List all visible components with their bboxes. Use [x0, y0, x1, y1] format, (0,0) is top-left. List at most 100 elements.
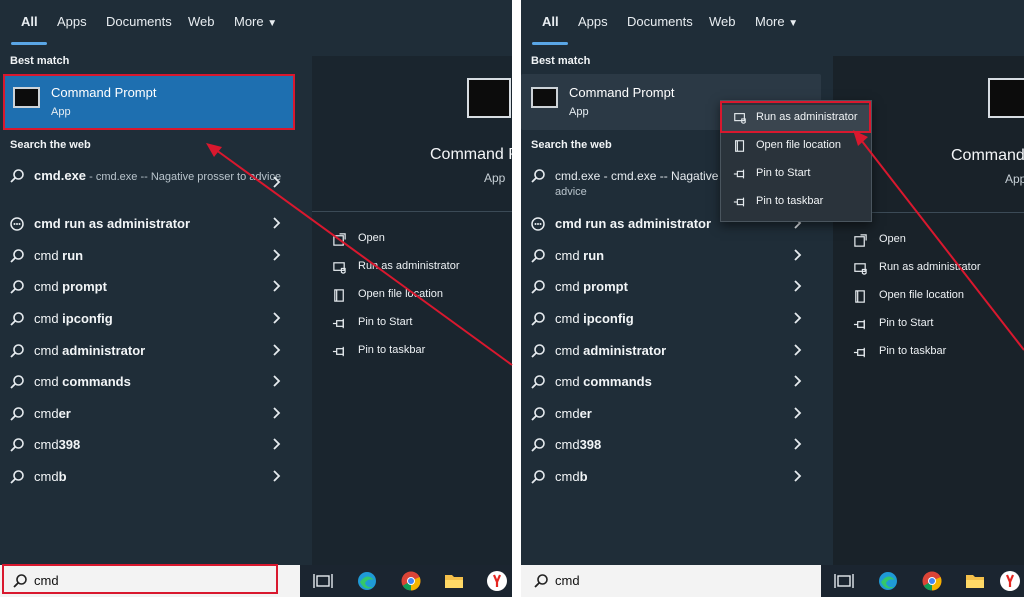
action-open-file-location[interactable]: Open file location: [332, 285, 502, 307]
action-label: Pin to Start: [879, 317, 934, 329]
search-web-heading: Search the web: [10, 139, 91, 151]
list-item[interactable]: cmd run: [521, 242, 821, 270]
edge-icon[interactable]: [356, 570, 378, 592]
list-item[interactable]: cmd ipconfig: [0, 305, 300, 333]
tab-apps[interactable]: Apps: [57, 14, 87, 29]
search-input[interactable]: cmd: [34, 573, 59, 588]
action-label: Open: [879, 233, 906, 245]
chevron-right-icon: [273, 217, 281, 229]
task-view-icon[interactable]: [312, 570, 334, 592]
list-item[interactable]: cmd.exe - cmd.exe -- Nagative prosser to…: [0, 162, 300, 204]
list-item[interactable]: cmd ipconfig: [521, 305, 821, 333]
list-item[interactable]: cmd prompt: [521, 273, 821, 301]
list-item[interactable]: cmdb: [0, 463, 300, 491]
start-search-panel-left: All Apps Documents Web More ▼ Best match…: [0, 0, 512, 597]
search-icon: [10, 280, 24, 294]
list-item-text: cmd commands: [555, 374, 652, 389]
action-pin-to-taskbar[interactable]: Pin to taskbar: [853, 342, 1018, 364]
list-item[interactable]: cmd398: [0, 431, 300, 459]
list-item[interactable]: cmder: [521, 400, 821, 428]
tab-more[interactable]: More ▼: [234, 14, 277, 29]
list-item[interactable]: cmd administrator: [521, 337, 821, 365]
action-open-file-location[interactable]: Open file location: [853, 286, 1018, 308]
context-pin-to-taskbar[interactable]: Pin to taskbar: [721, 189, 871, 215]
tab-apps[interactable]: Apps: [578, 14, 608, 29]
task-view-icon[interactable]: [833, 570, 855, 592]
result-bold: prompt: [583, 279, 628, 294]
list-item[interactable]: cmd administrator: [0, 337, 300, 365]
active-tab-indicator: [11, 42, 47, 45]
list-item[interactable]: cmd commands: [521, 368, 821, 396]
chrome-icon[interactable]: [400, 570, 422, 592]
tab-more[interactable]: More ▼: [755, 14, 798, 29]
action-open[interactable]: Open: [332, 229, 502, 251]
tab-web[interactable]: Web: [709, 14, 736, 29]
action-run-as-admin[interactable]: Run as administrator: [853, 258, 1018, 280]
context-open-file-location[interactable]: Open file location: [721, 133, 871, 159]
divider: [312, 211, 512, 212]
tab-documents[interactable]: Documents: [106, 14, 172, 29]
command-prompt-icon: [988, 78, 1024, 118]
result-text: cmd.exe - cmd.exe -- Nagative: [555, 169, 719, 183]
tab-all[interactable]: All: [21, 14, 38, 29]
detail-subtitle: App: [1005, 172, 1024, 186]
action-run-as-admin[interactable]: Run as administrator: [332, 257, 502, 279]
list-item[interactable]: cmdb: [521, 463, 821, 491]
search-box[interactable]: cmd: [0, 565, 300, 597]
chat-icon: [531, 217, 545, 231]
search-input[interactable]: cmd: [555, 573, 580, 588]
chrome-icon[interactable]: [921, 570, 943, 592]
result-plain: cmd: [34, 343, 63, 358]
context-label: Pin to Start: [756, 167, 811, 179]
file-icon: [334, 289, 344, 302]
chevron-right-icon: [794, 407, 802, 419]
edge-icon[interactable]: [877, 570, 899, 592]
chevron-right-icon: [794, 470, 802, 482]
result-bold: er: [579, 406, 592, 421]
chevron-down-icon: ▼: [267, 18, 278, 29]
tab-web[interactable]: Web: [188, 14, 215, 29]
context-run-as-admin[interactable]: Run as administrator: [721, 105, 871, 131]
search-icon: [531, 438, 545, 452]
tab-all[interactable]: All: [542, 14, 559, 29]
action-open[interactable]: Open: [853, 230, 1018, 252]
action-pin-to-taskbar[interactable]: Pin to taskbar: [332, 341, 502, 363]
action-label: Pin to Start: [358, 316, 413, 328]
tab-documents[interactable]: Documents: [627, 14, 693, 29]
chevron-right-icon: [794, 312, 802, 324]
best-match-command-prompt[interactable]: Command Prompt App: [3, 74, 295, 130]
yandex-icon[interactable]: [999, 570, 1021, 592]
taskbar: [300, 565, 512, 597]
chevron-right-icon: [273, 470, 281, 482]
list-item[interactable]: cmder: [0, 400, 300, 428]
search-box[interactable]: cmd: [521, 565, 821, 597]
result-bold: cmd run as administrator: [34, 216, 191, 231]
list-item-text: cmder: [555, 406, 592, 421]
result-plain: cmd: [34, 279, 63, 294]
best-match-title: Command Prompt: [569, 85, 675, 100]
shield-icon: [854, 263, 867, 275]
list-item-text: cmd run: [555, 248, 604, 263]
list-item-text: cmd administrator: [34, 343, 145, 358]
action-pin-to-start[interactable]: Pin to Start: [853, 314, 1018, 336]
action-label: Open file location: [879, 289, 964, 301]
file-explorer-icon[interactable]: [964, 570, 986, 592]
context-pin-to-start[interactable]: Pin to Start: [721, 161, 871, 187]
context-label: Open file location: [756, 139, 841, 151]
action-pin-to-start[interactable]: Pin to Start: [332, 313, 502, 335]
search-icon: [10, 312, 24, 326]
result-plain: cmd: [34, 311, 63, 326]
chevron-right-icon: [794, 249, 802, 261]
file-explorer-icon[interactable]: [443, 570, 465, 592]
yandex-icon[interactable]: [486, 570, 508, 592]
action-label: Run as administrator: [358, 260, 460, 272]
list-item[interactable]: cmd run: [0, 242, 300, 270]
list-item[interactable]: cmd run as administrator: [0, 210, 300, 238]
result-bold: 398: [579, 437, 602, 452]
list-item[interactable]: cmd398: [521, 431, 821, 459]
result-bold: 398: [58, 437, 81, 452]
list-item[interactable]: cmd commands: [0, 368, 300, 396]
best-match-heading: Best match: [10, 55, 70, 67]
search-icon: [531, 470, 545, 484]
list-item[interactable]: cmd prompt: [0, 273, 300, 301]
